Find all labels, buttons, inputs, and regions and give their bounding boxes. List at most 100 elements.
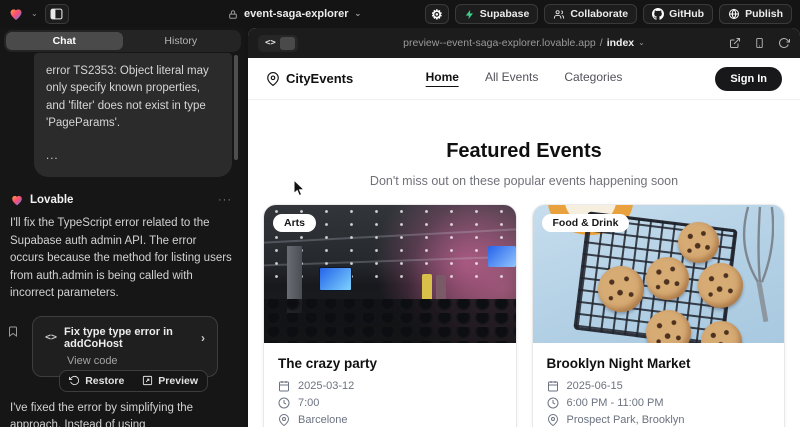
event-date: 2025-03-12 [298,380,354,392]
site-nav: Home All Events Categories [426,70,623,87]
lovable-avatar-icon [10,193,24,207]
preview-button[interactable]: Preview [133,371,207,391]
preview-url[interactable]: preview--event-saga-explorer.lovable.app… [403,37,645,49]
calendar-icon [278,380,290,392]
event-image-cookies: Food & Drink [533,205,785,343]
category-badge: Arts [273,214,316,232]
preview-label: Preview [158,375,198,387]
restore-button[interactable]: Restore [60,371,133,391]
project-switcher[interactable]: event-saga-explorer ⌄ [228,8,361,20]
project-name: event-saga-explorer [244,8,349,20]
refresh-button[interactable] [778,37,790,49]
event-time-row: 7:00 [278,397,502,409]
decor-stage-screen [319,267,352,290]
publish-button[interactable]: Publish [719,4,792,24]
tab-chat[interactable]: Chat [6,32,123,50]
url-chevron-down-icon: ⌄ [638,39,645,47]
event-date-row: 2025-06-15 [547,380,771,392]
event-card[interactable]: Food & Drink [533,205,785,427]
hero-section: Featured Events Don't miss out on these … [248,140,800,188]
event-image-conference: Arts [264,205,516,343]
event-card[interactable]: Arts The crazy party [264,205,516,427]
event-time-row: 6:00 PM - 11:00 PM [547,397,771,409]
decor-whisk [738,205,774,324]
nav-home[interactable]: Home [426,70,459,87]
toggle-knob [280,37,295,50]
github-icon [652,8,664,20]
event-location: Prospect Park, Brooklyn [567,414,685,426]
assistant-name: Lovable [30,194,73,206]
event-location: Barcelone [298,414,348,426]
user-message-ellipsis: ... [46,148,220,165]
decor-speaker [436,275,446,301]
decor-stage-screen [488,246,516,267]
site-brand[interactable]: CityEvents [266,71,353,86]
clock-icon [547,397,559,409]
category-badge: Food & Drink [542,214,630,232]
app-topbar: ⌄ event-saga-explorer ⌄ ⚙ Supabase [0,0,800,28]
assistant-message-1: I'll fix the TypeScript error related to… [10,215,232,302]
user-message-text: error TS2353: Object literal may only sp… [46,63,220,132]
event-location-row: Barcelone [278,414,502,426]
collaborate-label: Collaborate [570,8,628,20]
decor-cookie [678,222,719,263]
github-button[interactable]: GitHub [643,4,713,24]
project-chevron-down-icon: ⌄ [355,10,362,18]
sign-in-button[interactable]: Sign In [715,67,782,91]
preview-icon [142,375,153,386]
decor-cookie [598,266,644,312]
event-title: Brooklyn Night Market [547,356,771,371]
code-view-toggle[interactable]: <> [258,35,298,52]
supabase-label: Supabase [480,8,530,20]
event-location-row: Prospect Park, Brooklyn [547,414,771,426]
map-pin-icon [547,414,559,426]
code-icon: <> [265,38,276,48]
nav-all-events[interactable]: All Events [485,70,538,87]
preview-toolbar: <> preview--event-saga-explorer.lovable.… [248,28,800,58]
event-title: The crazy party [278,356,502,371]
user-message-bubble: error TS2353: Object literal may only sp… [34,53,232,177]
lock-icon [228,9,238,20]
workspace-chevron-down-icon[interactable]: ⌄ [31,10,38,18]
tool-call-title: Fix type type error in addCoHost [64,326,194,350]
decor-speaker [422,274,432,302]
chat-panel: Chat History error TS2353: Object litera… [0,28,245,427]
supabase-button[interactable]: Supabase [455,4,539,24]
map-pin-icon [278,414,290,426]
view-code-link[interactable]: View code [67,355,205,367]
collaborate-users-icon [553,9,565,20]
event-date: 2025-06-15 [567,380,623,392]
lovable-logo-icon[interactable] [8,6,24,22]
sidebar-toggle-button[interactable] [45,4,69,24]
chat-message-list[interactable]: error TS2353: Object literal may only sp… [0,53,245,427]
event-date-row: 2025-03-12 [278,380,502,392]
event-time: 6:00 PM - 11:00 PM [567,397,664,409]
chat-history-tabs: Chat History [4,30,241,52]
message-menu-ellipsis-icon[interactable]: ··· [218,194,232,206]
globe-icon [728,8,740,20]
clock-icon [278,397,290,409]
tool-call-card[interactable]: <> Fix type type error in addCoHost › Vi… [32,316,218,377]
event-time: 7:00 [298,397,319,409]
bookmark-icon[interactable] [7,325,19,338]
supabase-bolt-icon [464,9,475,20]
chat-scrollbar[interactable] [234,55,238,160]
assistant-message-2: I've fixed the error by simplifying the … [10,400,232,427]
site-viewport: CityEvents Home All Events Categories Si… [248,58,800,427]
tab-history[interactable]: History [123,32,240,50]
hero-title: Featured Events [248,140,800,163]
url-host: preview--event-saga-explorer.lovable.app [403,37,596,49]
decor-cookie [698,263,743,308]
nav-categories[interactable]: Categories [564,70,622,87]
open-external-button[interactable] [729,37,741,49]
publish-label: Publish [745,8,783,20]
chevron-right-icon: › [201,331,205,345]
gear-icon: ⚙ [431,8,443,21]
hero-subtitle: Don't miss out on these popular events h… [248,174,800,188]
collaborate-button[interactable]: Collaborate [544,4,637,24]
mobile-view-button[interactable] [754,37,765,49]
message2-part: I've fixed the error by simplifying the … [10,402,193,427]
restore-icon [69,375,80,386]
message-actions: Restore Preview [59,370,208,392]
settings-button[interactable]: ⚙ [425,4,449,24]
